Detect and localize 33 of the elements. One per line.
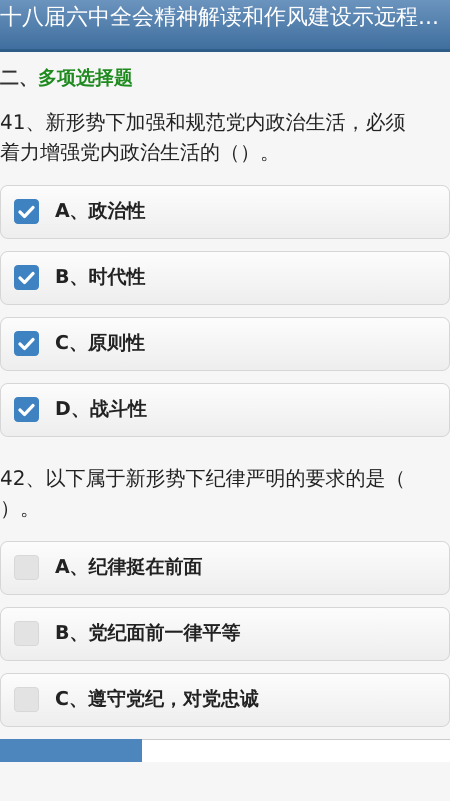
- checkbox[interactable]: [14, 687, 39, 712]
- option-label: C、原则性: [55, 331, 145, 356]
- check-icon: [18, 336, 35, 350]
- option-label: D、战斗性: [55, 397, 147, 422]
- option-row[interactable]: B、时代性: [0, 250, 450, 304]
- checkbox[interactable]: [14, 331, 39, 356]
- option-label: A、纪律挺在前面: [55, 555, 203, 580]
- option-label: C、遵守党纪，对党忠诚: [55, 687, 259, 712]
- option-row[interactable]: A、纪律挺在前面: [0, 540, 450, 594]
- checkbox[interactable]: [14, 621, 39, 646]
- check-icon: [18, 270, 35, 284]
- window-title: 十八届六中全会精神解读和作风建设示远程...: [0, 4, 440, 32]
- section-title: 多项选择题: [38, 66, 133, 91]
- footer-tab[interactable]: [0, 738, 142, 762]
- checkbox[interactable]: [14, 397, 39, 422]
- check-icon: [18, 204, 35, 218]
- option-label: B、时代性: [55, 265, 146, 290]
- option-row[interactable]: A、政治性: [0, 184, 450, 238]
- option-row[interactable]: B、党纪面前一律平等: [0, 606, 450, 660]
- checkbox[interactable]: [14, 265, 39, 290]
- checkbox[interactable]: [14, 555, 39, 580]
- checkbox[interactable]: [14, 199, 39, 224]
- option-label: B、党纪面前一律平等: [55, 621, 240, 646]
- question-text: ）。: [0, 494, 41, 522]
- question-text: 着力增强党内政治生活的（）。: [0, 138, 281, 166]
- option-label: A、政治性: [55, 199, 146, 224]
- section-number: 二、: [0, 66, 38, 91]
- option-row[interactable]: C、原则性: [0, 316, 450, 370]
- check-icon: [18, 402, 35, 416]
- option-row[interactable]: C、遵守党纪，对党忠诚: [0, 672, 450, 726]
- option-row[interactable]: D、战斗性: [0, 382, 450, 436]
- question-text: 42、以下属于新形势下纪律严明的要求的是（: [0, 464, 406, 492]
- question-text: 41、新形势下加强和规范党内政治生活，必须: [0, 108, 406, 136]
